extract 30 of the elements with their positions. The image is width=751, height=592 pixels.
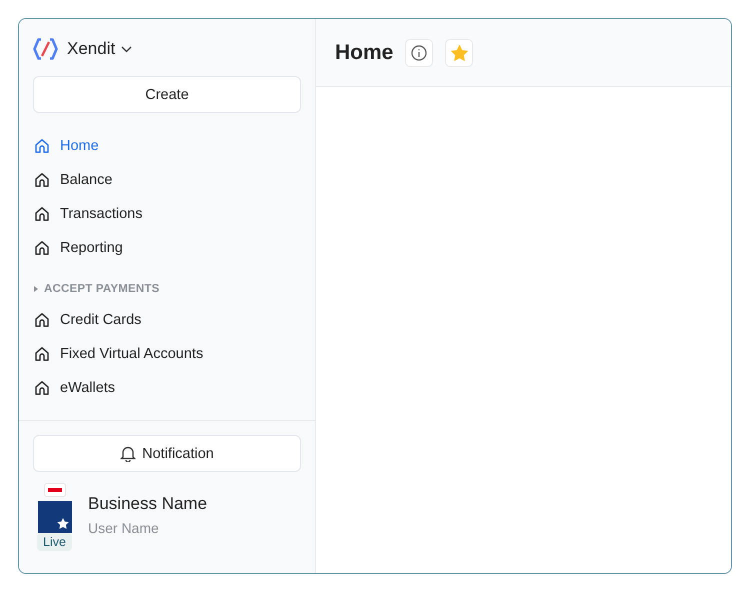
home-icon [34, 240, 50, 256]
home-icon [34, 380, 50, 396]
sidebar-item[interactable]: Credit Cards [19, 303, 315, 337]
info-button[interactable] [405, 38, 434, 66]
flag-icon [44, 483, 66, 497]
sidebar-item[interactable]: Fixed Virtual Accounts [19, 337, 315, 371]
business-name: Business Name [88, 494, 208, 514]
user-name: User Name [88, 520, 160, 536]
chevron-down-icon [121, 46, 132, 52]
home-icon [34, 206, 50, 222]
star-icon [450, 44, 468, 60]
home-icon [34, 172, 50, 188]
logo-icon [33, 38, 58, 60]
home-icon [34, 138, 50, 154]
sidebar-item[interactable]: Home [19, 129, 315, 163]
page-title: Home [335, 40, 394, 64]
create-button[interactable]: Create [33, 76, 301, 113]
notification-button[interactable]: Notification [33, 435, 301, 472]
sidebar-item[interactable]: Reporting [19, 231, 315, 265]
environment-badge: Live [37, 533, 72, 551]
sidebar-item[interactable]: eWallets [19, 371, 315, 405]
bell-icon [120, 445, 136, 462]
sidebar-item[interactable]: Transactions [19, 197, 315, 231]
avatar [38, 501, 72, 533]
home-icon [34, 346, 50, 362]
sidebar-item[interactable]: Balance [19, 163, 315, 197]
info-icon [411, 44, 428, 60]
brand-menu[interactable]: Xendit [67, 39, 132, 59]
home-icon [34, 312, 50, 328]
caret-icon [34, 286, 38, 292]
